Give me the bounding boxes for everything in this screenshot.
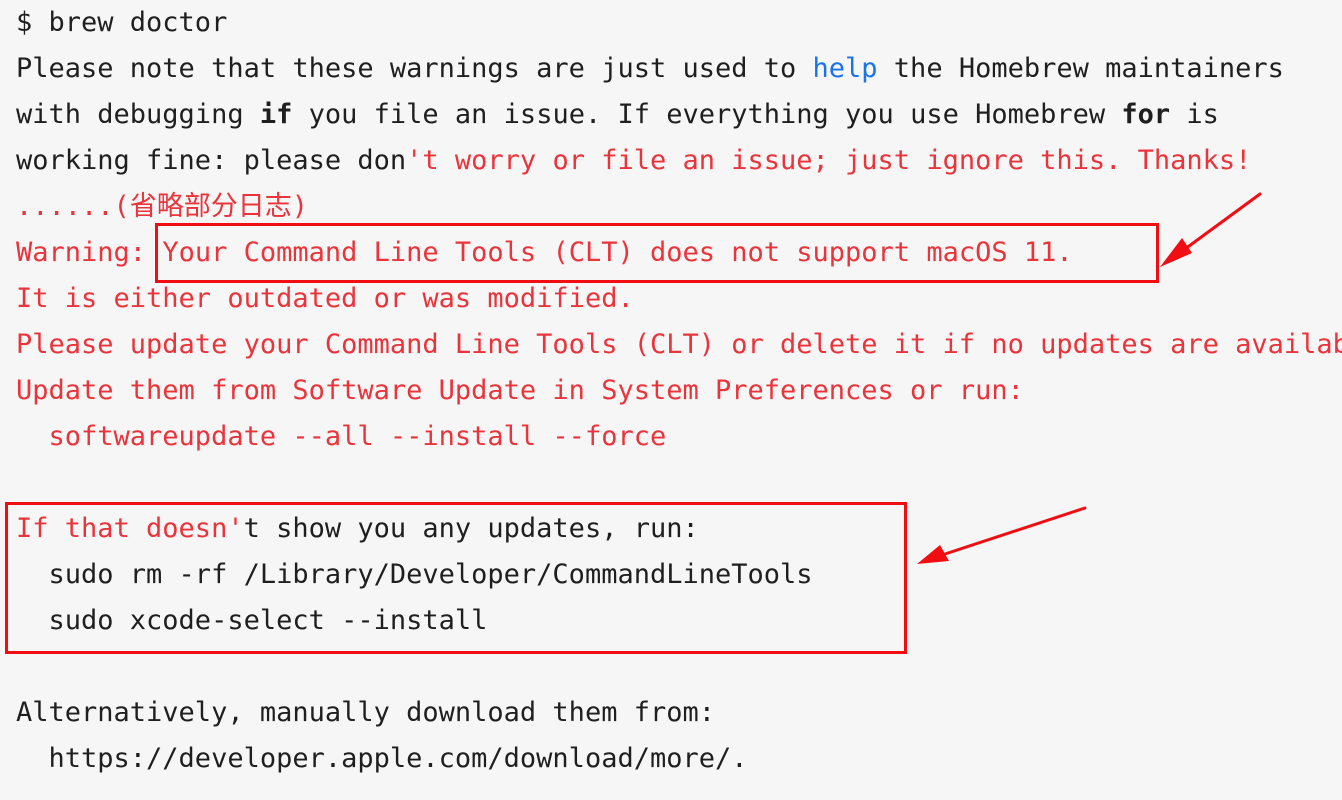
keyword-if: if [259, 99, 293, 130]
omitted-log-text: ......(省略部分日志) [16, 191, 309, 222]
terminal-line: softwareupdate --all --install --force [16, 414, 667, 460]
output-text: with debugging [16, 99, 260, 130]
output-text: t show you any updates, run: [243, 513, 699, 544]
keyword-help: help [812, 53, 878, 84]
xcode-select-command: sudo xcode-select --install [16, 605, 488, 636]
remove-clt-command: sudo rm -rf /Library/Developer/CommandLi… [16, 559, 813, 590]
terminal-line: sudo xcode-select --install [16, 598, 488, 644]
string-highlight: 't worry or file an issue; just ignore t… [406, 145, 1252, 176]
output-text: Please note that these warnings are just… [16, 53, 813, 84]
terminal-line: Please note that these warnings are just… [16, 46, 1284, 92]
terminal-line: working fine: please don't worry or file… [16, 138, 1251, 184]
output-text: Update them from Software Update in Syst… [16, 375, 1024, 406]
terminal-line: with debugging if you file an issue. If … [16, 92, 1219, 138]
warning-message: Your Command Line Tools (CLT) does not s… [162, 237, 1073, 268]
terminal-line: Update them from Software Update in Syst… [16, 368, 1024, 414]
output-text: the Homebrew maintainers [877, 53, 1284, 84]
terminal-line: It is either outdated or was modified. [16, 276, 634, 322]
warning-label: Warning: [16, 237, 163, 268]
clt-warning: Warning: Your Command Line Tools (CLT) d… [16, 230, 1073, 276]
omitted-log-note: ......(省略部分日志) [16, 184, 308, 230]
download-link-text: https://developer.apple.com/download/mor… [16, 743, 748, 774]
terminal-line: https://developer.apple.com/download/mor… [16, 736, 748, 782]
terminal-line: If that doesn't show you any updates, ru… [16, 506, 699, 552]
output-text: Please update your Command Line Tools (C… [16, 329, 1342, 360]
string-highlight: If that doesn' [16, 513, 244, 544]
output-text: you file an issue. If everything you use… [292, 99, 1122, 130]
terminal-line: Alternatively, manually download them fr… [16, 690, 715, 736]
output-text: Alternatively, manually download them fr… [16, 697, 715, 728]
output-text: It is either outdated or was modified. [16, 283, 634, 314]
output-text: is [1170, 99, 1219, 130]
command-text: $ brew doctor [16, 7, 228, 38]
terminal-line-command: $ brew doctor [16, 0, 227, 46]
terminal-line: Please update your Command Line Tools (C… [16, 322, 1342, 368]
softwareupdate-command: softwareupdate --all --install --force [16, 421, 667, 452]
terminal-line: sudo rm -rf /Library/Developer/CommandLi… [16, 552, 813, 598]
output-text: working fine: please don [16, 145, 407, 176]
keyword-for: for [1121, 99, 1171, 130]
terminal-output: $ brew doctor Please note that these war… [16, 0, 1342, 800]
